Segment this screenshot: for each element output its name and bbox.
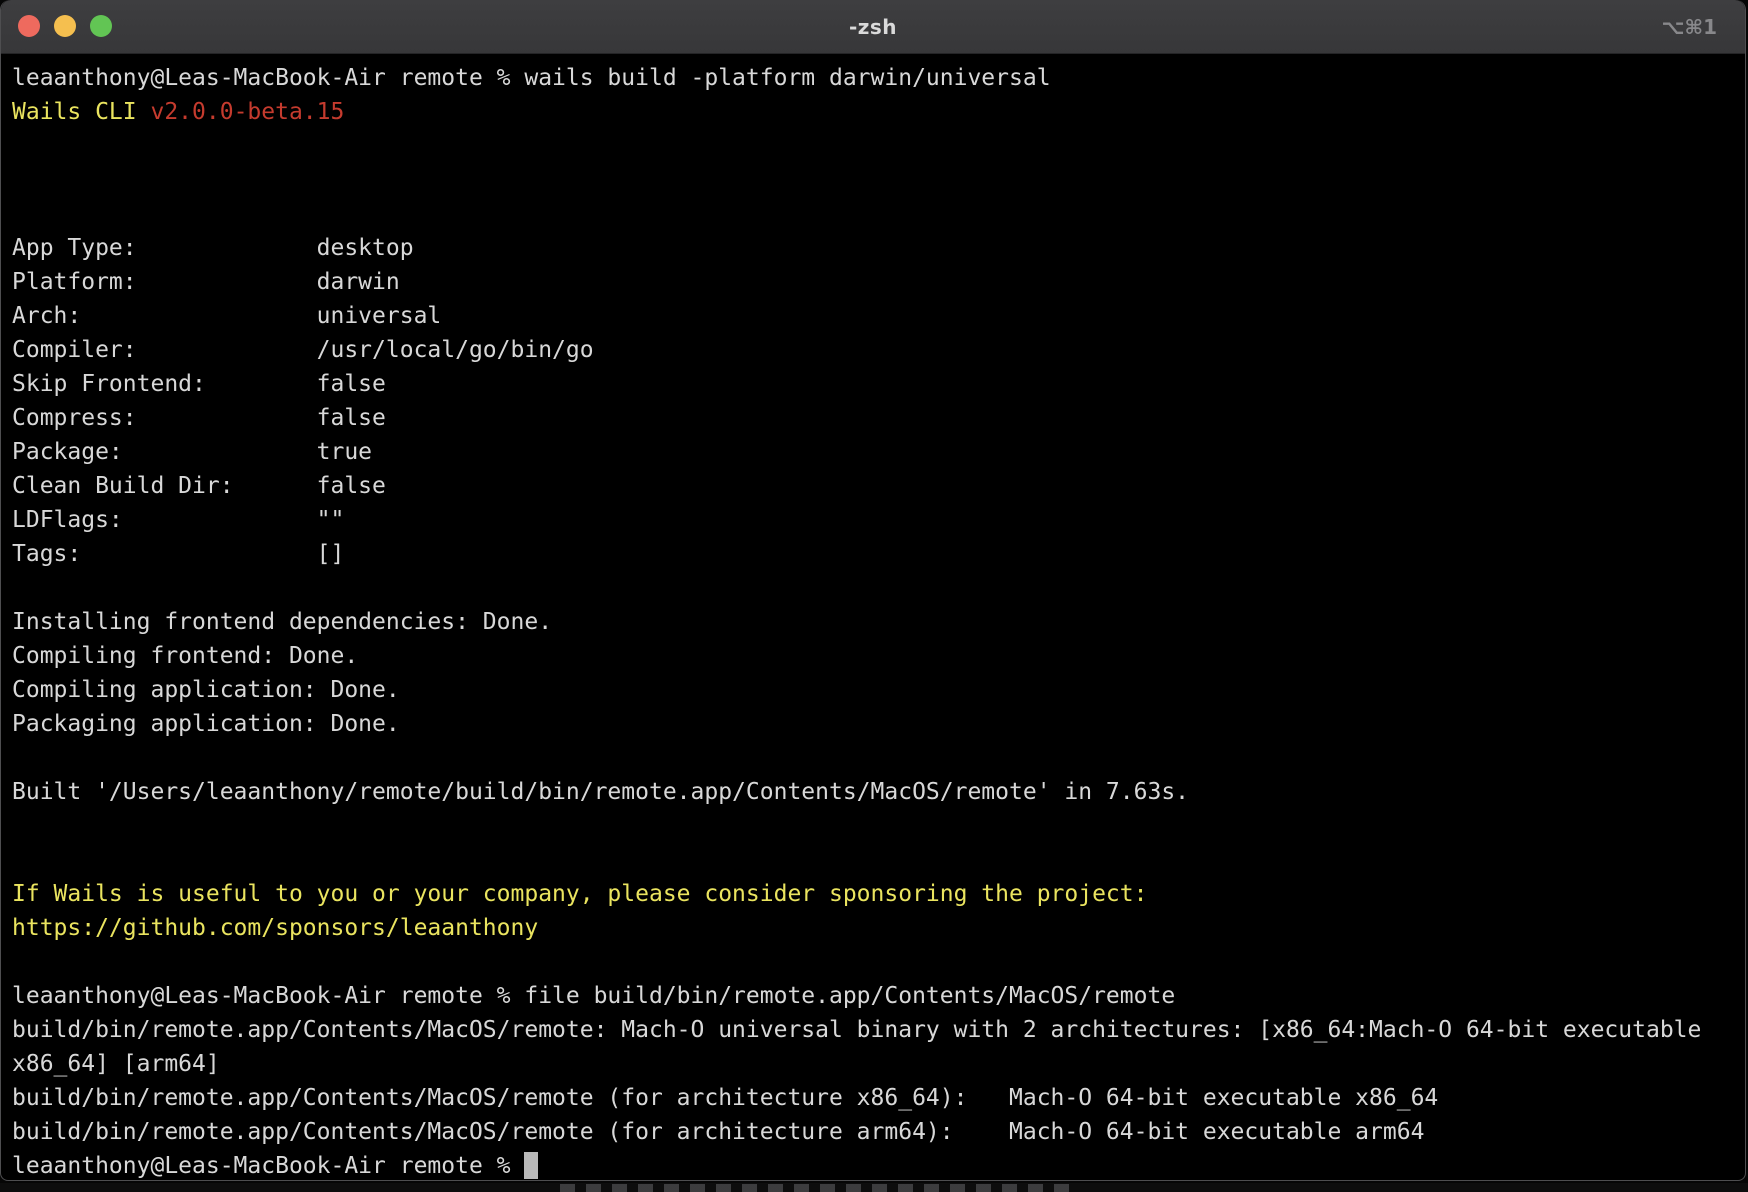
terminal-text-segment: Platform: darwin [12, 269, 400, 295]
terminal-text-segment: LDFlags: "" [12, 507, 344, 533]
terminal-line: x86_64] [arm64] [12, 1047, 1745, 1081]
terminal-line: Tags: [] [12, 537, 1745, 571]
terminal-line: Compiler: /usr/local/go/bin/go [12, 333, 1745, 367]
terminal-text-segment: build/bin/remote.app/Contents/MacOS/remo… [12, 1119, 1424, 1145]
terminal-line: Platform: darwin [12, 265, 1745, 299]
terminal-line [12, 197, 1745, 231]
terminal-text-segment: x86_64] [arm64] [12, 1051, 220, 1077]
terminal-text-segment: Installing frontend dependencies: Done. [12, 609, 552, 635]
window-shortcut-badge: ⌥⌘1 [1661, 0, 1717, 53]
background-text-fragments [560, 1184, 1070, 1192]
terminal-line: Skip Frontend: false [12, 367, 1745, 401]
terminal-line: App Type: desktop [12, 231, 1745, 265]
terminal-text-segment: leaanthony@Leas-MacBook-Air remote % fil… [12, 983, 1175, 1009]
terminal-line: https://github.com/sponsors/leaanthony [12, 911, 1745, 945]
terminal-line: build/bin/remote.app/Contents/MacOS/remo… [12, 1081, 1745, 1115]
terminal-line: Packaging application: Done. [12, 707, 1745, 741]
terminal-line: Built '/Users/leaanthony/remote/build/bi… [12, 775, 1745, 809]
terminal-line [12, 809, 1745, 843]
terminal-text-segment: Arch: universal [12, 303, 441, 329]
title-bar[interactable]: -zsh ⌥⌘1 [1, 0, 1745, 54]
terminal-text-segment: Tags: [] [12, 541, 344, 567]
terminal-line [12, 571, 1745, 605]
terminal-text-segment: Wails CLI [12, 99, 150, 125]
terminal-text-segment: App Type: desktop [12, 235, 414, 261]
terminal-line [12, 843, 1745, 877]
terminal-text-segment: If Wails is useful to you or your compan… [12, 881, 1147, 907]
terminal-line: If Wails is useful to you or your compan… [12, 877, 1745, 911]
terminal-text-segment: Package: true [12, 439, 372, 465]
terminal-line: Compiling frontend: Done. [12, 639, 1745, 673]
terminal-text-segment: Skip Frontend: false [12, 371, 386, 397]
terminal-text-segment: Compress: false [12, 405, 386, 431]
terminal-text-segment: leaanthony@Leas-MacBook-Air remote % wai… [12, 65, 1051, 91]
terminal-line: LDFlags: "" [12, 503, 1745, 537]
terminal-line: build/bin/remote.app/Contents/MacOS/remo… [12, 1013, 1745, 1047]
terminal-line: build/bin/remote.app/Contents/MacOS/remo… [12, 1115, 1745, 1149]
terminal-text-segment: Compiling frontend: Done. [12, 643, 358, 669]
terminal-line: Compiling application: Done. [12, 673, 1745, 707]
terminal-line: leaanthony@Leas-MacBook-Air remote % wai… [12, 61, 1745, 95]
terminal-line: Clean Build Dir: false [12, 469, 1745, 503]
terminal-text-segment: Compiling application: Done. [12, 677, 400, 703]
terminal-text-segment: Built '/Users/leaanthony/remote/build/bi… [12, 779, 1189, 805]
terminal-window: -zsh ⌥⌘1 leaanthony@Leas-MacBook-Air rem… [0, 0, 1746, 1181]
terminal-line: leaanthony@Leas-MacBook-Air remote % fil… [12, 979, 1745, 1013]
terminal-line: Wails CLI v2.0.0-beta.15 [12, 95, 1745, 129]
terminal-text-segment: Clean Build Dir: false [12, 473, 386, 499]
terminal-cursor [524, 1152, 538, 1179]
terminal-text-segment: Compiler: /usr/local/go/bin/go [12, 337, 594, 363]
terminal-text-segment: build/bin/remote.app/Contents/MacOS/remo… [12, 1085, 1438, 1111]
terminal-output[interactable]: leaanthony@Leas-MacBook-Air remote % wai… [1, 54, 1745, 1181]
terminal-text-segment: Packaging application: Done. [12, 711, 400, 737]
terminal-line [12, 129, 1745, 163]
terminal-text-segment: v2.0.0-beta.15 [150, 99, 344, 125]
terminal-line: Compress: false [12, 401, 1745, 435]
window-title: -zsh [1, 0, 1745, 53]
terminal-line: Installing frontend dependencies: Done. [12, 605, 1745, 639]
terminal-text-segment: build/bin/remote.app/Contents/MacOS/remo… [12, 1017, 1701, 1043]
background-window-sliver [0, 1183, 1748, 1192]
terminal-line: Arch: universal [12, 299, 1745, 333]
terminal-text-segment: https://github.com/sponsors/leaanthony [12, 915, 538, 941]
terminal-text-segment: leaanthony@Leas-MacBook-Air remote % [12, 1153, 524, 1179]
terminal-line: leaanthony@Leas-MacBook-Air remote % [12, 1149, 1745, 1181]
terminal-line: Package: true [12, 435, 1745, 469]
terminal-line [12, 163, 1745, 197]
terminal-line [12, 945, 1745, 979]
terminal-line [12, 741, 1745, 775]
